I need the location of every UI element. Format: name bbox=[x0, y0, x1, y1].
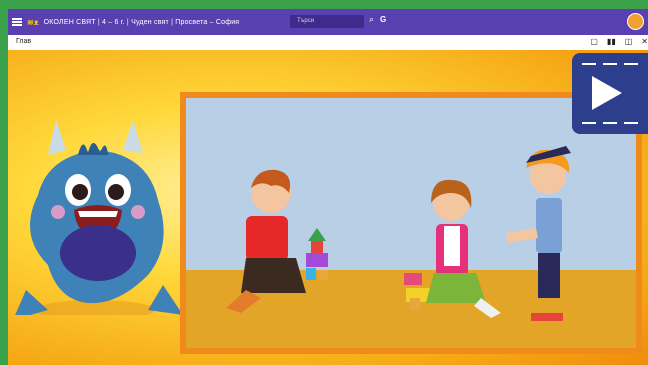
page-title: ОКОЛЕН СВЯТ | 4 – 6 г. | Чуден свят | Пр… bbox=[43, 18, 240, 26]
close-icon[interactable]: ✕ bbox=[641, 37, 648, 46]
columns-icon[interactable]: ▮▮ bbox=[607, 37, 616, 46]
monster-illustration bbox=[15, 120, 183, 315]
avatar[interactable] bbox=[627, 13, 644, 30]
dash bbox=[603, 122, 617, 124]
video-frame bbox=[186, 98, 636, 348]
menu-icon[interactable] bbox=[12, 17, 22, 28]
app-window: ≋ᴥ ОКОЛЕН СВЯТ | 4 – 6 г. | Чуден свят |… bbox=[0, 0, 648, 365]
dash bbox=[582, 63, 596, 65]
search-input[interactable]: Търси bbox=[290, 15, 364, 28]
window-icon[interactable]: ◫ bbox=[625, 37, 633, 46]
bookmark-icon[interactable]: ▢ bbox=[590, 37, 598, 46]
dash bbox=[624, 63, 638, 65]
top-bar: ≋ᴥ ОКОЛЕН СВЯТ | 4 – 6 г. | Чуден свят |… bbox=[8, 9, 648, 35]
left-border bbox=[0, 0, 8, 365]
dash bbox=[582, 122, 596, 124]
search-icon[interactable]: ⌕ bbox=[369, 14, 374, 25]
sub-toolbar: Глав ▢ ▮▮ ◫ ✕ bbox=[8, 35, 648, 50]
dash bbox=[603, 63, 617, 65]
play-icon bbox=[592, 76, 622, 110]
google-icon[interactable]: G bbox=[380, 15, 386, 24]
kids-illustration bbox=[226, 146, 571, 321]
dash bbox=[624, 122, 638, 124]
breadcrumb[interactable]: Глав bbox=[16, 38, 31, 45]
play-button[interactable] bbox=[572, 53, 648, 134]
tool-group: ▢ ▮▮ ◫ ✕ bbox=[590, 37, 648, 46]
video-player[interactable] bbox=[180, 92, 642, 354]
publisher-logo: ≋ᴥ bbox=[27, 17, 39, 27]
